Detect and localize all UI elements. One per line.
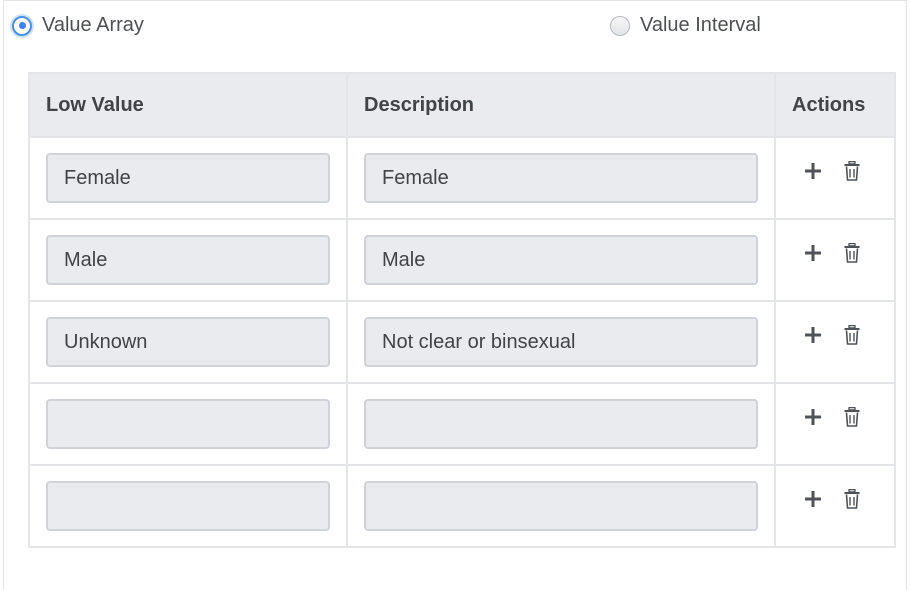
column-header-description: Description: [346, 72, 776, 138]
plus-icon[interactable]: [804, 244, 822, 262]
row-actions: [776, 243, 894, 263]
value-array-radio[interactable]: Value Array: [12, 14, 144, 37]
description-input[interactable]: [364, 399, 758, 449]
low-value-input[interactable]: [46, 235, 330, 285]
low-value-input[interactable]: [46, 153, 330, 203]
actions-cell: [774, 382, 896, 466]
mode-radio-group: Value Array Value Interval: [0, 14, 910, 44]
row-actions: [776, 407, 894, 427]
low-value-cell: [28, 382, 348, 466]
table-row: [28, 382, 896, 466]
row-actions: [776, 161, 894, 181]
trash-icon[interactable]: [844, 243, 860, 263]
plus-icon[interactable]: [804, 490, 822, 508]
description-cell: [346, 382, 776, 466]
actions-cell: [774, 136, 896, 220]
low-value-input[interactable]: [46, 481, 330, 531]
low-value-cell: [28, 300, 348, 384]
column-header-actions: Actions: [774, 72, 896, 138]
plus-icon[interactable]: [804, 408, 822, 426]
value-array-label: Value Array: [42, 14, 144, 36]
trash-icon[interactable]: [844, 161, 860, 181]
low-value-cell: [28, 136, 348, 220]
trash-icon[interactable]: [844, 325, 860, 345]
description-input[interactable]: [364, 153, 758, 203]
value-interval-label: Value Interval: [640, 14, 761, 36]
plus-icon[interactable]: [804, 162, 822, 180]
description-cell: [346, 464, 776, 548]
low-value-cell: [28, 464, 348, 548]
table-row: [28, 300, 896, 384]
trash-icon[interactable]: [844, 407, 860, 427]
table-header-row: Low Value Description Actions: [28, 72, 896, 138]
value-table: Low Value Description Actions: [28, 72, 896, 548]
value-interval-radio[interactable]: Value Interval: [610, 14, 761, 37]
description-cell: [346, 218, 776, 302]
radio-checked-indicator[interactable]: [12, 15, 32, 36]
description-input[interactable]: [364, 317, 758, 367]
table-row: [28, 218, 896, 302]
low-value-input[interactable]: [46, 399, 330, 449]
description-input[interactable]: [364, 481, 758, 531]
actions-cell: [774, 300, 896, 384]
row-actions: [776, 325, 894, 345]
description-input[interactable]: [364, 235, 758, 285]
actions-cell: [774, 218, 896, 302]
column-header-low-value: Low Value: [28, 72, 348, 138]
plus-icon[interactable]: [804, 326, 822, 344]
table-row: [28, 136, 896, 220]
trash-icon[interactable]: [844, 489, 860, 509]
row-actions: [776, 489, 894, 509]
low-value-cell: [28, 218, 348, 302]
description-cell: [346, 136, 776, 220]
radio-unchecked-indicator[interactable]: [610, 15, 630, 36]
table-row: [28, 464, 896, 548]
actions-cell: [774, 464, 896, 548]
low-value-input[interactable]: [46, 317, 330, 367]
description-cell: [346, 300, 776, 384]
